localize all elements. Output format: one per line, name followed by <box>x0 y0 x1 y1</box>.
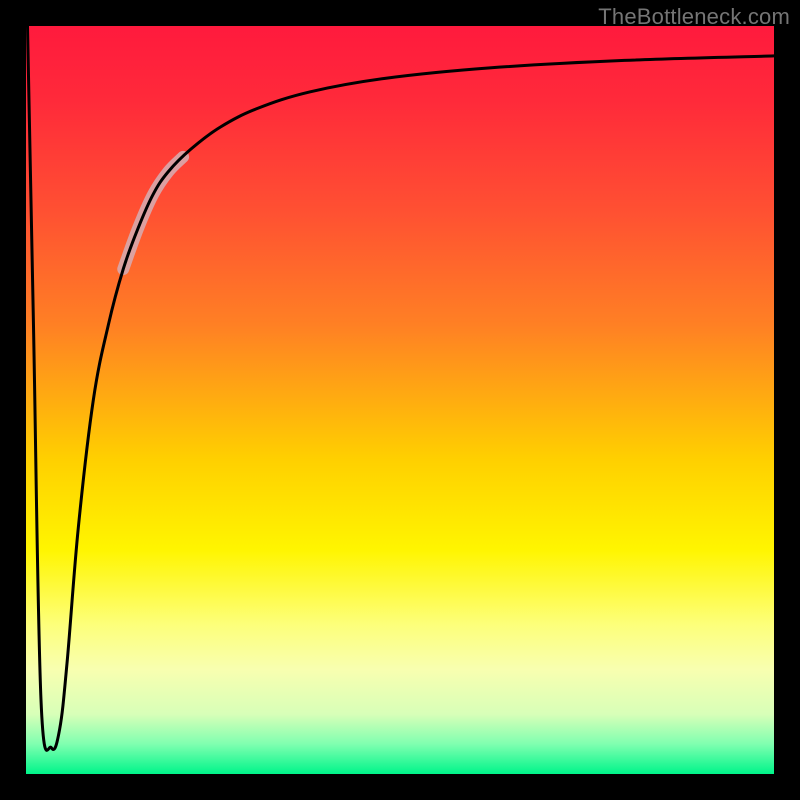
curve-layer <box>26 26 774 774</box>
highlight-segment <box>123 157 183 269</box>
main-curve <box>27 26 774 750</box>
chart-frame: TheBottleneck.com <box>0 0 800 800</box>
